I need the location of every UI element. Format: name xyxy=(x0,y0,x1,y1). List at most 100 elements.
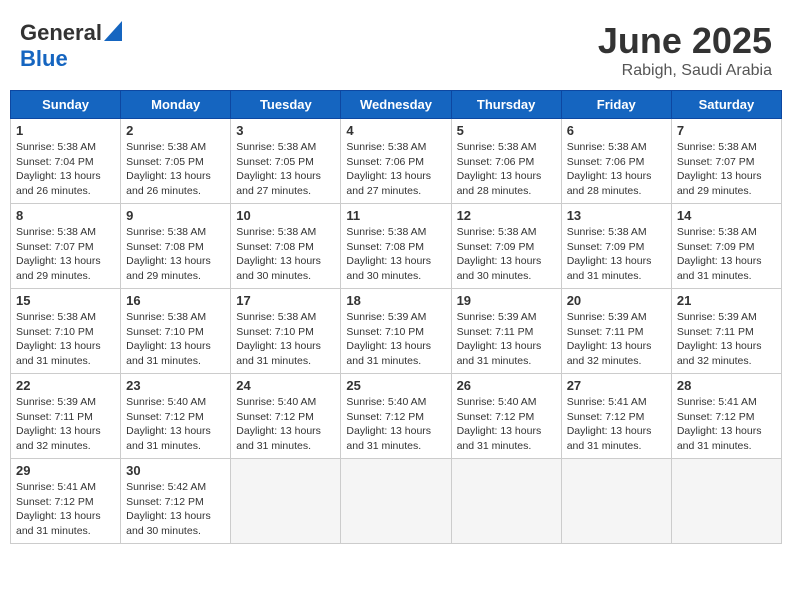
calendar-week-row: 29 Sunrise: 5:41 AMSunset: 7:12 PMDayligh… xyxy=(11,459,782,544)
day-info: Sunrise: 5:38 AMSunset: 7:08 PMDaylight:… xyxy=(346,225,445,284)
day-info: Sunrise: 5:38 AMSunset: 7:10 PMDaylight:… xyxy=(126,310,225,369)
table-row: 22Sunrise: 5:39 AMSunset: 7:11 PMDayligh… xyxy=(11,374,121,459)
day-info: Sunrise: 5:42 AMSunset: 7:12 PMDaylight:… xyxy=(126,480,225,539)
calendar-week-row: 8Sunrise: 5:38 AMSunset: 7:07 PMDaylight… xyxy=(11,204,782,289)
day-number: 29 xyxy=(16,463,115,478)
day-info: Sunrise: 5:41 AMSunset: 7:12 PMDaylight:… xyxy=(16,480,115,539)
logo-icon xyxy=(104,21,122,41)
col-thursday: Thursday xyxy=(451,91,561,119)
day-number: 3 xyxy=(236,123,335,138)
calendar-week-row: 22Sunrise: 5:39 AMSunset: 7:11 PMDayligh… xyxy=(11,374,782,459)
month-title: June 2025 xyxy=(598,20,772,62)
day-number: 19 xyxy=(457,293,556,308)
table-row: 28 Sunrise: 5:41 AMSunset: 7:12 PMDayligh… xyxy=(671,374,781,459)
col-friday: Friday xyxy=(561,91,671,119)
day-number: 2 xyxy=(126,123,225,138)
day-number: 25 xyxy=(346,378,445,393)
table-row: 25 Sunrise: 5:40 AMSunset: 7:12 PMDayligh… xyxy=(341,374,451,459)
logo: General Blue xyxy=(20,20,122,72)
title-area: June 2025 Rabigh, Saudi Arabia xyxy=(598,20,772,80)
table-row xyxy=(671,459,781,544)
col-tuesday: Tuesday xyxy=(231,91,341,119)
table-row xyxy=(561,459,671,544)
day-info: Sunrise: 5:41 AMSunset: 7:12 PMDaylight:… xyxy=(567,395,666,454)
table-row: 15 Sunrise: 5:38 AMSunset: 7:10 PMDayligh… xyxy=(11,289,121,374)
calendar-week-row: 15 Sunrise: 5:38 AMSunset: 7:10 PMDayligh… xyxy=(11,289,782,374)
day-info: Sunrise: 5:38 AMSunset: 7:05 PMDaylight:… xyxy=(126,140,225,199)
page-header: General Blue June 2025 Rabigh, Saudi Ara… xyxy=(10,10,782,85)
day-info: Sunrise: 5:38 AMSunset: 7:10 PMDaylight:… xyxy=(16,310,115,369)
day-info: Sunrise: 5:39 AMSunset: 7:11 PMDaylight:… xyxy=(677,310,776,369)
col-wednesday: Wednesday xyxy=(341,91,451,119)
day-info: Sunrise: 5:38 AMSunset: 7:06 PMDaylight:… xyxy=(457,140,556,199)
table-row: 6Sunrise: 5:38 AMSunset: 7:06 PMDaylight… xyxy=(561,119,671,204)
table-row: 19Sunrise: 5:39 AMSunset: 7:11 PMDayligh… xyxy=(451,289,561,374)
day-number: 26 xyxy=(457,378,556,393)
table-row: 18 Sunrise: 5:39 AMSunset: 7:10 PMDayligh… xyxy=(341,289,451,374)
day-info: Sunrise: 5:38 AMSunset: 7:08 PMDaylight:… xyxy=(126,225,225,284)
col-monday: Monday xyxy=(121,91,231,119)
table-row: 10Sunrise: 5:38 AMSunset: 7:08 PMDayligh… xyxy=(231,204,341,289)
day-info: Sunrise: 5:41 AMSunset: 7:12 PMDaylight:… xyxy=(677,395,776,454)
table-row: 16 Sunrise: 5:38 AMSunset: 7:10 PMDayligh… xyxy=(121,289,231,374)
location-title: Rabigh, Saudi Arabia xyxy=(598,62,772,80)
logo-blue-text: Blue xyxy=(20,46,68,72)
day-number: 27 xyxy=(567,378,666,393)
table-row xyxy=(451,459,561,544)
table-row: 23 Sunrise: 5:40 AMSunset: 7:12 PMDayligh… xyxy=(121,374,231,459)
day-info: Sunrise: 5:40 AMSunset: 7:12 PMDaylight:… xyxy=(346,395,445,454)
day-number: 8 xyxy=(16,208,115,223)
table-row: 9 Sunrise: 5:38 AMSunset: 7:08 PMDaylight… xyxy=(121,204,231,289)
day-number: 22 xyxy=(16,378,115,393)
day-number: 28 xyxy=(677,378,776,393)
day-info: Sunrise: 5:40 AMSunset: 7:12 PMDaylight:… xyxy=(126,395,225,454)
day-info: Sunrise: 5:38 AMSunset: 7:07 PMDaylight:… xyxy=(677,140,776,199)
day-info: Sunrise: 5:38 AMSunset: 7:05 PMDaylight:… xyxy=(236,140,335,199)
table-row xyxy=(231,459,341,544)
day-number: 20 xyxy=(567,293,666,308)
table-row: 29 Sunrise: 5:41 AMSunset: 7:12 PMDayligh… xyxy=(11,459,121,544)
day-number: 30 xyxy=(126,463,225,478)
day-number: 17 xyxy=(236,293,335,308)
day-info: Sunrise: 5:38 AMSunset: 7:09 PMDaylight:… xyxy=(677,225,776,284)
table-row: 21 Sunrise: 5:39 AMSunset: 7:11 PMDayligh… xyxy=(671,289,781,374)
day-info: Sunrise: 5:40 AMSunset: 7:12 PMDaylight:… xyxy=(457,395,556,454)
day-number: 21 xyxy=(677,293,776,308)
table-row: 30 Sunrise: 5:42 AMSunset: 7:12 PMDayligh… xyxy=(121,459,231,544)
table-row: 24 Sunrise: 5:40 AMSunset: 7:12 PMDayligh… xyxy=(231,374,341,459)
day-info: Sunrise: 5:38 AMSunset: 7:06 PMDaylight:… xyxy=(346,140,445,199)
day-number: 9 xyxy=(126,208,225,223)
table-row: 4Sunrise: 5:38 AMSunset: 7:06 PMDaylight… xyxy=(341,119,451,204)
table-row: 11 Sunrise: 5:38 AMSunset: 7:08 PMDayligh… xyxy=(341,204,451,289)
table-row: 2 Sunrise: 5:38 AMSunset: 7:05 PMDaylight… xyxy=(121,119,231,204)
calendar-table: Sunday Monday Tuesday Wednesday Thursday… xyxy=(10,90,782,544)
calendar-week-row: 1Sunrise: 5:38 AMSunset: 7:04 PMDaylight… xyxy=(11,119,782,204)
day-number: 15 xyxy=(16,293,115,308)
day-number: 18 xyxy=(346,293,445,308)
table-row xyxy=(341,459,451,544)
table-row: 17 Sunrise: 5:38 AMSunset: 7:10 PMDayligh… xyxy=(231,289,341,374)
table-row: 20 Sunrise: 5:39 AMSunset: 7:11 PMDayligh… xyxy=(561,289,671,374)
table-row: 1Sunrise: 5:38 AMSunset: 7:04 PMDaylight… xyxy=(11,119,121,204)
day-info: Sunrise: 5:39 AMSunset: 7:10 PMDaylight:… xyxy=(346,310,445,369)
day-number: 24 xyxy=(236,378,335,393)
day-number: 16 xyxy=(126,293,225,308)
day-number: 11 xyxy=(346,208,445,223)
day-number: 23 xyxy=(126,378,225,393)
day-info: Sunrise: 5:40 AMSunset: 7:12 PMDaylight:… xyxy=(236,395,335,454)
table-row: 14 Sunrise: 5:38 AMSunset: 7:09 PMDayligh… xyxy=(671,204,781,289)
day-info: Sunrise: 5:39 AMSunset: 7:11 PMDaylight:… xyxy=(567,310,666,369)
day-number: 5 xyxy=(457,123,556,138)
calendar-header-row: Sunday Monday Tuesday Wednesday Thursday… xyxy=(11,91,782,119)
table-row: 27 Sunrise: 5:41 AMSunset: 7:12 PMDayligh… xyxy=(561,374,671,459)
day-info: Sunrise: 5:38 AMSunset: 7:09 PMDaylight:… xyxy=(457,225,556,284)
day-info: Sunrise: 5:38 AMSunset: 7:10 PMDaylight:… xyxy=(236,310,335,369)
day-number: 14 xyxy=(677,208,776,223)
day-info: Sunrise: 5:38 AMSunset: 7:06 PMDaylight:… xyxy=(567,140,666,199)
day-info: Sunrise: 5:38 AMSunset: 7:09 PMDaylight:… xyxy=(567,225,666,284)
table-row: 13Sunrise: 5:38 AMSunset: 7:09 PMDayligh… xyxy=(561,204,671,289)
col-sunday: Sunday xyxy=(11,91,121,119)
table-row: 3 Sunrise: 5:38 AMSunset: 7:05 PMDaylight… xyxy=(231,119,341,204)
day-info: Sunrise: 5:38 AMSunset: 7:04 PMDaylight:… xyxy=(16,140,115,199)
table-row: 26 Sunrise: 5:40 AMSunset: 7:12 PMDayligh… xyxy=(451,374,561,459)
